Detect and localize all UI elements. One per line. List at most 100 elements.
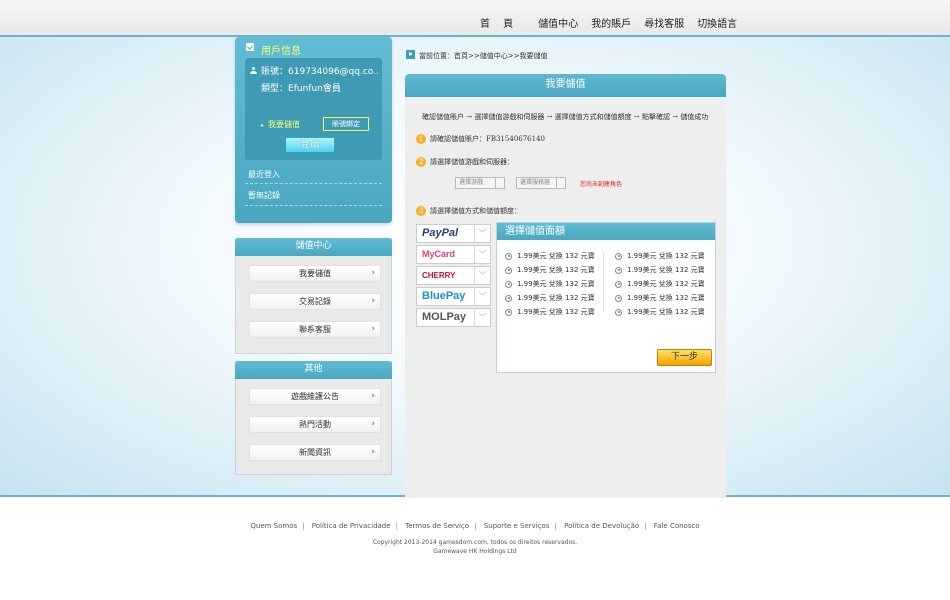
step-2: 2 請選擇儲值游戲和伺服器：: [416, 157, 514, 167]
payment-mycard[interactable]: MyCard ﹀: [416, 245, 491, 264]
next-step-button[interactable]: 下一步: [657, 349, 712, 366]
chevron-right-icon: ›: [371, 419, 375, 429]
recharge-center-panel: 儲值中心 我要儲值 › 交易記錄 › 聯系客服 ›: [235, 238, 392, 354]
menu-item-transactions[interactable]: 交易記錄 ›: [249, 293, 381, 310]
nav-recharge-center[interactable]: 儲值中心: [538, 15, 578, 30]
panel-title: 儲值中心: [235, 238, 392, 256]
user-info-panel: 用戶信息 賬號：619734096@qq.co.. 類型：Efunfun會員 我…: [235, 37, 392, 223]
divider: [245, 205, 382, 206]
chevron-down-icon: ﹀: [474, 309, 490, 326]
footer-link-terms[interactable]: Termos de Serviço: [405, 522, 469, 530]
user-icon: [250, 67, 257, 74]
chevron-right-icon: ›: [371, 391, 375, 401]
account-row: 賬號：619734096@qq.co..: [261, 67, 379, 77]
bluepay-logo: BluePay: [422, 290, 466, 302]
nav-my-account[interactable]: 我的賬戶: [591, 15, 631, 30]
paypal-logo: PayPal: [422, 227, 459, 239]
amount-selector: 選擇儲值面額 1.99美元 兌換 132 元寶 1.99美元 兌換 132 元寶…: [496, 222, 716, 373]
payment-bluepay[interactable]: BluePay ﹀: [416, 287, 491, 306]
molpay-logo: MOLPay: [422, 311, 467, 323]
other-panel: 其他 遊戲維護公告 › 熱門活動 › 新聞資訊 ›: [235, 361, 392, 475]
menu-item-maintenance[interactable]: 遊戲維護公告 ›: [249, 388, 381, 405]
chevron-right-icon: ›: [371, 296, 375, 306]
menu-item-recharge[interactable]: 我要儲值 ›: [249, 265, 381, 282]
amount-option[interactable]: 1.99美元 兌換 132 元寶: [505, 251, 595, 261]
checkbox-icon: [246, 43, 254, 51]
recharge-flow: 確認儲值賬户 → 選擇儲值游戲和伺服器 → 選擇儲值方式和儲值額度 → 點擊確認…: [422, 113, 709, 121]
footer-link-about[interactable]: Quem Somos: [250, 522, 297, 530]
chevron-down-icon: ﹀: [474, 267, 490, 284]
footer-link-contact[interactable]: Fale Conosco: [654, 522, 700, 530]
recharge-link[interactable]: 我要儲值: [261, 119, 300, 130]
no-role-warning: 您尚未創建角色: [580, 181, 623, 188]
payment-cherry[interactable]: CHERRY ﹀: [416, 266, 491, 285]
divider: [603, 252, 604, 312]
menu-item-contact-service[interactable]: 聯系客服 ›: [249, 321, 381, 338]
footer-link-privacy[interactable]: Política de Privacidade: [312, 522, 391, 530]
company-name: Gamewave HK Holdings Ltd: [433, 548, 517, 555]
amount-option[interactable]: 1.99美元 兌換 132 元寶: [615, 307, 705, 317]
chevron-down-icon: ﹀: [474, 225, 490, 242]
amount-title: 選擇儲值面額: [497, 223, 715, 240]
step-1: 1 請確認儲值賬户：FB31540676140: [416, 134, 545, 144]
account-id: FB31540676140: [486, 135, 545, 143]
logout-button[interactable]: 登出: [285, 137, 335, 153]
no-record-text: 暫無記錄: [248, 191, 280, 200]
recent-login-label: 最近登入: [248, 170, 280, 179]
footer-link-refund[interactable]: Política de Devolução: [564, 522, 639, 530]
radio-icon: [615, 308, 622, 316]
radio-icon: [505, 308, 512, 316]
type-value: Efunfun會員: [288, 84, 341, 94]
copyright-text: Copyright 2013-2014 gamesdom.com, todos …: [372, 539, 578, 546]
user-info-title: 用戶信息: [246, 42, 301, 57]
copyright: Copyright 2013-2014 gamesdom.com, todos …: [0, 538, 950, 556]
account-value: 619734096@qq.co..: [288, 67, 379, 77]
nav-customer-service[interactable]: 尋找客服: [644, 15, 684, 30]
chevron-down-icon: ﹀: [474, 288, 490, 305]
amount-option[interactable]: 1.99美元 兌換 132 元寶: [615, 265, 705, 275]
radio-icon: [615, 266, 622, 274]
step-3: 3 請選擇儲值方式和儲值額度：: [416, 206, 521, 216]
menu-item-news[interactable]: 新聞資訊 ›: [249, 444, 381, 461]
footer-links: Quem Somos | Política de Privacidade | Ter…: [250, 522, 700, 530]
amount-option[interactable]: 1.99美元 兌換 132 元寶: [505, 265, 595, 275]
step-3-icon: 3: [416, 206, 426, 216]
menu-item-events[interactable]: 熱門活動 ›: [249, 416, 381, 433]
cherry-logo: CHERRY: [422, 271, 456, 280]
radio-icon: [615, 280, 622, 288]
nav-switch-language[interactable]: 切換語言: [697, 15, 737, 30]
recharge-card: 我要儲值 確認儲值賬户 → 選擇儲值游戲和伺服器 → 選擇儲值方式和儲值額度 →…: [405, 74, 726, 498]
chevron-right-icon: ›: [371, 447, 375, 457]
game-select[interactable]: 選擇游戲: [455, 177, 505, 189]
payment-molpay[interactable]: MOLPay ﹀: [416, 308, 491, 327]
nav-home[interactable]: 首 頁: [480, 15, 518, 30]
top-nav: 首 頁 儲值中心 我的賬戶 尋找客服 切換語言: [480, 15, 750, 30]
chevron-down-icon: ﹀: [474, 246, 490, 263]
step-2-icon: 2: [416, 157, 426, 167]
type-row: 類型：Efunfun會員: [261, 84, 341, 94]
chevron-right-icon: ›: [371, 268, 375, 278]
amount-option[interactable]: 1.99美元 兌換 132 元寶: [615, 279, 705, 289]
chevron-right-icon: ›: [371, 324, 375, 334]
panel-title: 其他: [235, 361, 392, 379]
amount-option[interactable]: 1.99美元 兌換 132 元寶: [615, 293, 705, 303]
footer-link-support[interactable]: Suporte e Serviços: [484, 522, 550, 530]
radio-icon: [615, 252, 622, 260]
arrow-right-icon: [406, 50, 415, 59]
radio-icon: [615, 294, 622, 302]
payment-paypal[interactable]: PayPal ﹀: [416, 224, 491, 243]
amount-option[interactable]: 1.99美元 兌換 132 元寶: [615, 251, 705, 261]
page-title: 我要儲值: [405, 74, 726, 97]
radio-icon: [505, 252, 512, 260]
step-1-icon: 1: [416, 134, 426, 144]
amount-option[interactable]: 1.99美元 兌換 132 元寶: [505, 279, 595, 289]
mycard-logo: MyCard: [422, 249, 456, 259]
amount-option[interactable]: 1.99美元 兌換 132 元寶: [505, 293, 595, 303]
server-select[interactable]: 選擇服務器: [516, 177, 566, 189]
divider: [245, 183, 382, 184]
amount-option[interactable]: 1.99美元 兌換 132 元寶: [505, 307, 595, 317]
user-info-inner: 賬號：619734096@qq.co.. 類型：Efunfun會員 我要儲值 賬…: [245, 58, 382, 160]
top-bar: 首 頁 儲值中心 我的賬戶 尋找客服 切換語言: [0, 0, 950, 36]
bind-account-button[interactable]: 賬號綁定: [323, 117, 369, 131]
radio-icon: [505, 266, 512, 274]
